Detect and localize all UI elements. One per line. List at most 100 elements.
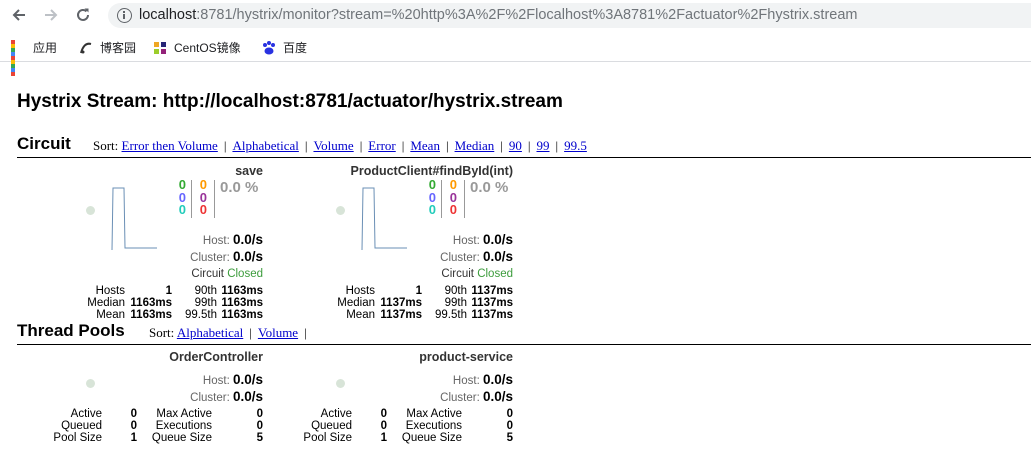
bad-request-count: 0 [178, 202, 186, 217]
host-rate: Host: 0.0/s [202, 372, 263, 387]
active-value: 0 [130, 408, 137, 420]
counts-divider [214, 180, 215, 218]
max-active-label: Max Active [156, 408, 212, 420]
sort-label: Sort: [93, 138, 119, 153]
sort-alphabetical[interactable]: Alphabetical [177, 325, 243, 340]
health-circle [86, 206, 95, 215]
bookmark-baidu[interactable]: 百度 [261, 39, 307, 56]
circuit-monitor-product-client: ProductClient#findById(int) 0 0 0 0 0 0 … [330, 162, 513, 322]
thread-pool-order-controller: OrderController Host: 0.0/s Cluster: 0.0… [45, 348, 263, 446]
queue-size-label: Queue Size [401, 432, 462, 444]
host-rate: Host: 0.0/s [202, 232, 263, 247]
failure-count: 0 [449, 202, 457, 217]
counts-divider [191, 180, 192, 218]
reload-button[interactable] [72, 4, 94, 26]
bookmark-apps[interactable]: 应用 [11, 39, 58, 76]
pool-size-value: 1 [380, 432, 387, 444]
pool-size-value: 1 [130, 432, 137, 444]
hosts-value: 1 [165, 285, 172, 297]
queued-label: Queued [61, 420, 102, 432]
health-circle [336, 206, 345, 215]
p995-label: 99.5th [435, 309, 467, 321]
queue-size-value: 5 [256, 432, 263, 444]
circuit-status: Circuit Closed [441, 268, 513, 280]
max-active-value: 0 [256, 408, 263, 420]
sort-99-5[interactable]: 99.5 [564, 138, 587, 153]
counts-left: 0 0 0 [176, 178, 186, 217]
cluster-rate: Cluster: 0.0/s [190, 249, 263, 264]
p99-value: 1137ms [471, 297, 513, 309]
latency-stats: Hosts 1 Median 1137ms Mean 1137ms 90th 1… [330, 285, 513, 321]
cluster-rate: Cluster: 0.0/s [440, 249, 513, 264]
thread-pool-product-service: product-service Host: 0.0/s Cluster: 0.0… [295, 348, 513, 446]
page-title: Hystrix Stream: http://localhost:8781/ac… [17, 91, 563, 112]
thread-pools-divider [17, 344, 1031, 345]
centos-icon [152, 40, 168, 56]
queue-size-value: 5 [506, 432, 513, 444]
pool-size-label: Pool Size [53, 432, 102, 444]
pool-stats: Active 0 Queued 0 Pool Size 1 Max Active… [45, 408, 263, 444]
thread-pools-sort-bar: Sort: Alphabetical | Volume | [149, 325, 307, 340]
sort-median[interactable]: Median [455, 138, 495, 153]
back-arrow-icon [12, 9, 25, 21]
sort-volume[interactable]: Volume [313, 138, 353, 153]
forward-arrow-icon [45, 9, 58, 21]
executions-label: Executions [155, 420, 212, 432]
bookmark-cnblogs[interactable]: 博客园 [78, 39, 136, 56]
sort-90[interactable]: 90 [509, 138, 522, 153]
counts-left: 0 0 0 [426, 178, 436, 217]
hosts-label: Hosts [345, 285, 375, 297]
sort-alphabetical[interactable]: Alphabetical [232, 138, 298, 153]
hosts-value: 1 [415, 285, 422, 297]
pool-name: OrderController [169, 350, 263, 364]
p99-label: 99th [444, 297, 467, 309]
mean-label: Mean [96, 309, 125, 321]
median-value: 1137ms [380, 297, 422, 309]
pool-stats: Active 0 Queued 0 Pool Size 1 Max Active… [295, 408, 513, 444]
host-rate: Host: 0.0/s [452, 232, 513, 247]
pool-name: product-service [419, 350, 513, 364]
pool-size-label: Pool Size [303, 432, 352, 444]
reload-icon [77, 8, 89, 21]
p90-label: 90th [194, 285, 217, 297]
counts-divider [464, 180, 465, 218]
active-label: Active [320, 408, 352, 420]
site-info-icon[interactable] [117, 8, 132, 23]
sort-99[interactable]: 99 [537, 138, 550, 153]
p99-label: 99th [194, 297, 217, 309]
health-circle [86, 379, 95, 388]
circuit-monitor-save: save 0 0 0 0 0 0 0.0 % Host: 0.0/s Clust… [80, 162, 263, 322]
sort-label: Sort: [149, 325, 175, 340]
hosts-label: Hosts [95, 285, 125, 297]
active-value: 0 [380, 408, 387, 420]
median-value: 1163ms [130, 297, 172, 309]
counts-divider [441, 180, 442, 218]
sort-error-then-volume[interactable]: Error then Volume [122, 138, 218, 153]
bookmarks-bar: 应用 博客园 CentOS镜像 百度 [0, 31, 1031, 76]
sort-volume[interactable]: Volume [258, 325, 298, 340]
max-active-label: Max Active [406, 408, 462, 420]
health-circle [336, 379, 345, 388]
sort-mean[interactable]: Mean [410, 138, 440, 153]
cluster-rate: Cluster: 0.0/s [440, 389, 513, 404]
executions-value: 0 [256, 420, 263, 432]
browser-toolbar: localhost:8781/hystrix/monitor?stream=%2… [0, 0, 1031, 31]
mean-label: Mean [346, 309, 375, 321]
bookmark-label: 应用 [33, 41, 58, 55]
sort-error[interactable]: Error [368, 138, 395, 153]
bookmark-centos[interactable]: CentOS镜像 [152, 39, 241, 56]
active-label: Active [70, 408, 102, 420]
p90-value: 1137ms [471, 285, 513, 297]
error-percentage: 0.0 % [470, 179, 509, 196]
bookmark-label: 百度 [283, 41, 308, 55]
forward-button[interactable] [40, 4, 62, 26]
counts-right: 0 0 0 [197, 178, 207, 217]
circuit-section-title: Circuit [17, 134, 71, 153]
bookmark-label: 博客园 [100, 41, 137, 55]
address-bar[interactable]: localhost:8781/hystrix/monitor?stream=%2… [108, 3, 1031, 28]
thread-pools-section-title: Thread Pools [17, 321, 125, 340]
back-button[interactable] [8, 4, 30, 26]
median-label: Median [87, 297, 125, 309]
sparkline-chart [361, 187, 407, 251]
p90-label: 90th [444, 285, 467, 297]
